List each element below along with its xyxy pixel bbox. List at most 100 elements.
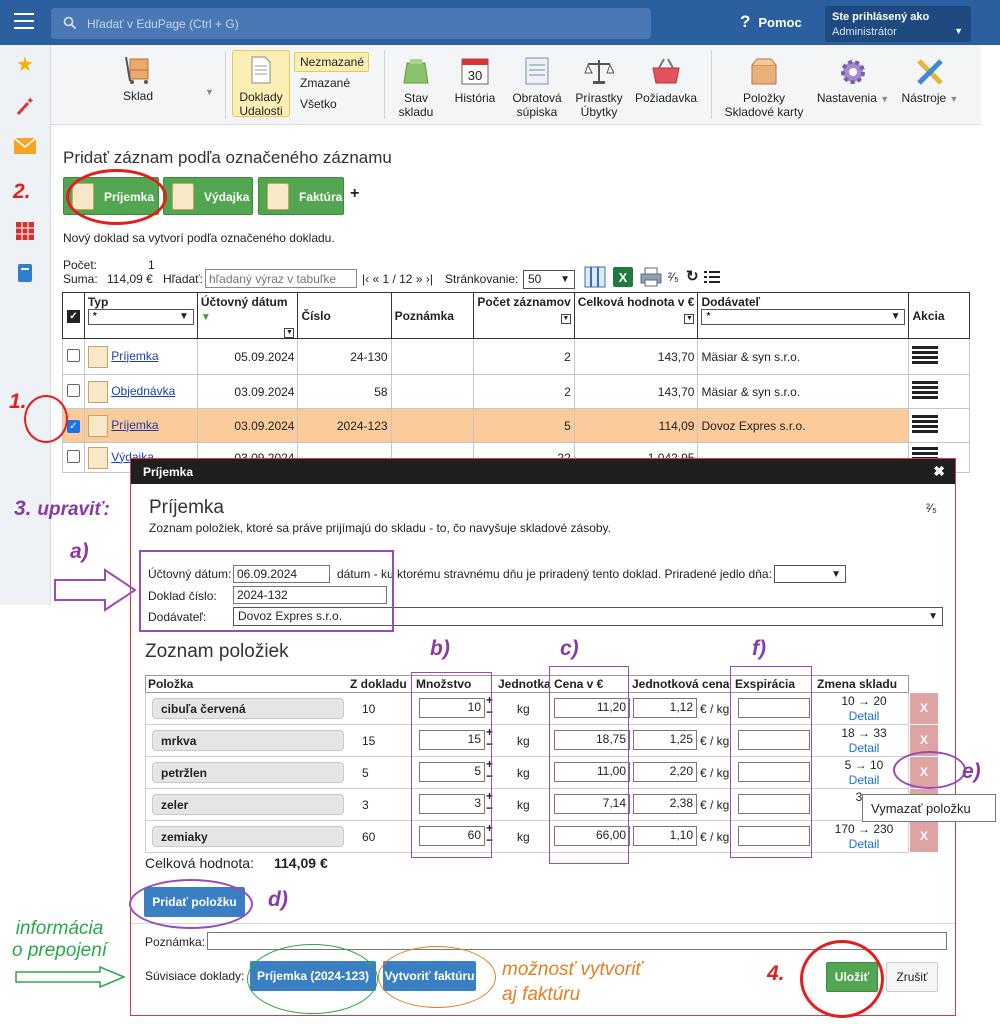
close-icon[interactable]: ✖: [933, 463, 945, 480]
refresh-icon[interactable]: ↻: [686, 267, 699, 285]
annotation-d: d): [268, 888, 288, 911]
row-actions-icon[interactable]: [912, 381, 939, 399]
item-name[interactable]: petržlen: [152, 762, 344, 783]
col-datum[interactable]: Účtovný dátum ▼ ▼: [196, 292, 299, 339]
table-row[interactable]: Objednávka 03.09.2024 58 2 143,70 Mäsiar…: [62, 374, 970, 409]
table-row-selected[interactable]: ✓ Príjemka 03.09.2024 2024-123 5 114,09 …: [62, 408, 970, 443]
col-pocet-label: Počet záznamov: [477, 295, 571, 309]
filter-zmazane[interactable]: Zmazané: [300, 76, 350, 90]
book-icon[interactable]: [13, 263, 37, 287]
magic-wand-icon[interactable]: ✦: [13, 95, 37, 119]
help-button[interactable]: ? Pomoc: [740, 12, 802, 32]
columns-icon[interactable]: [584, 266, 606, 291]
timetable-icon[interactable]: [13, 221, 37, 245]
delete-item-button[interactable]: X: [910, 693, 938, 724]
col-hodnota[interactable]: Celková hodnota v € ▼: [573, 292, 699, 339]
col-typ[interactable]: Typ * ▼: [83, 292, 198, 339]
row-checkbox[interactable]: [66, 383, 80, 397]
add-faktura-button[interactable]: Faktúra: [258, 177, 344, 215]
gear-icon: [837, 57, 869, 87]
doklady-udalosti-button[interactable]: Doklady Udalosti: [232, 50, 290, 118]
chevron-down-icon[interactable]: ▼: [205, 87, 214, 97]
item-name[interactable]: zemiaky: [152, 826, 344, 847]
filter-icon[interactable]: ▼: [284, 328, 295, 338]
user-menu[interactable]: Ste prihlásený ako Administrátor ▼: [825, 6, 971, 42]
row-checkbox[interactable]: [66, 348, 80, 362]
user-caption: Ste prihlásený ako: [832, 11, 930, 23]
row-checkbox[interactable]: [66, 449, 80, 463]
filter-vsetko[interactable]: Všetko: [300, 97, 337, 111]
print-icon[interactable]: [640, 266, 662, 291]
pager[interactable]: |‹ « 1 / 12 » ›|: [362, 272, 433, 286]
col-zmena-skladu: Zmena skladu: [817, 677, 898, 691]
obratova-supiska-button[interactable]: Obratová súpiska: [509, 57, 565, 119]
annotation-info: informácia o prepojení: [12, 918, 107, 962]
item-unit-price-input[interactable]: 1,10: [633, 826, 697, 846]
delete-item-button[interactable]: X: [910, 821, 938, 852]
filter-nezmazane[interactable]: Nezmazané: [294, 52, 369, 72]
row-type-link[interactable]: Objednávka: [111, 384, 175, 398]
col-cislo[interactable]: Číslo: [297, 292, 392, 339]
item-name[interactable]: cibuľa červená: [152, 698, 344, 719]
filter-icon[interactable]: ▼: [560, 314, 571, 324]
row-checkbox-checked[interactable]: ✓: [66, 420, 80, 433]
row-type-link[interactable]: Príjemka: [111, 349, 158, 363]
list-icon[interactable]: [704, 270, 720, 287]
row-note: [390, 374, 475, 409]
poziadavka-button[interactable]: Požiadavka: [633, 57, 699, 105]
row-type-link[interactable]: Príjemka: [111, 418, 158, 432]
dodavatel-filter-select[interactable]: * ▼: [701, 309, 906, 325]
star-icon[interactable]: ★: [13, 53, 37, 77]
polozky-label: Položky: [742, 91, 786, 105]
col-poznamka[interactable]: Poznámka: [390, 292, 475, 339]
select-all-header[interactable]: ✓: [62, 292, 85, 339]
item-unit-price-input[interactable]: 1,12: [633, 698, 697, 718]
fraction-icon[interactable]: ²⁄₅: [926, 501, 937, 515]
svg-text:✦: ✦: [26, 96, 34, 107]
annotation-circle-e: [893, 751, 966, 789]
checkbox-all[interactable]: ✓: [66, 310, 80, 323]
item-unit: kg: [517, 798, 530, 812]
add-vydajka-button[interactable]: Výdajka: [163, 177, 253, 215]
historia-label: História: [454, 91, 496, 105]
receipt-doc-icon: [87, 414, 108, 437]
global-search-input[interactable]: Hľadať v EduPage (Ctrl + G): [51, 8, 651, 39]
item-detail-link[interactable]: Detail: [818, 709, 910, 723]
item-detail-link[interactable]: Detail: [818, 741, 910, 755]
item-stock-change: 18 → 33: [841, 726, 887, 740]
historia-button[interactable]: 30 História: [451, 57, 499, 105]
paging-select[interactable]: 50 ▼: [523, 270, 575, 289]
table-search-input[interactable]: [205, 269, 357, 288]
menu-icon[interactable]: [14, 13, 34, 31]
nastavenia-button[interactable]: Nastavenia ▼: [813, 57, 893, 106]
row-actions-icon[interactable]: [912, 346, 939, 364]
item-unit-price-input[interactable]: 2,20: [633, 762, 697, 782]
item-unit-price-input[interactable]: 1,25: [633, 730, 697, 750]
nastroje-button[interactable]: Nástroje ▼: [897, 57, 963, 106]
item-name[interactable]: mrkva: [152, 730, 344, 751]
mail-icon[interactable]: [13, 137, 37, 161]
stav-skladu-button[interactable]: Stav skladu: [391, 57, 441, 119]
row-number: 24-130: [297, 338, 392, 375]
col-pocet[interactable]: Počet záznamov ▼: [473, 292, 575, 339]
item-detail-link[interactable]: Detail: [818, 837, 910, 851]
item-unit-price-input[interactable]: 2,38: [633, 794, 697, 814]
col-akcia: Akcia: [908, 292, 970, 339]
excel-icon[interactable]: X: [612, 266, 634, 291]
polozky-button[interactable]: Položky Skladové karty: [719, 57, 809, 119]
meal-select[interactable]: ▼: [774, 565, 846, 583]
col-dodavatel[interactable]: Dodávateľ * ▼: [697, 292, 910, 339]
sklad-button[interactable]: Sklad: [113, 55, 163, 103]
prirastky-ubytky-button[interactable]: Prírastky Úbytky: [571, 57, 627, 119]
row-date: 03.09.2024: [196, 374, 299, 409]
filter-icon[interactable]: ▼: [684, 314, 695, 324]
fraction-icon[interactable]: ²⁄₅: [668, 270, 679, 284]
add-more-button[interactable]: +: [350, 185, 359, 203]
row-actions-icon[interactable]: [912, 415, 939, 433]
item-name[interactable]: zeler: [152, 794, 344, 815]
chevron-down-icon: ▼: [928, 611, 938, 622]
cancel-button[interactable]: Zrušiť: [886, 962, 938, 992]
table-row[interactable]: Príjemka 05.09.2024 24-130 2 143,70 Mäsi…: [62, 338, 970, 375]
typ-filter-select[interactable]: * ▼: [87, 309, 194, 325]
item-stock-change: 10 → 20: [841, 694, 887, 708]
